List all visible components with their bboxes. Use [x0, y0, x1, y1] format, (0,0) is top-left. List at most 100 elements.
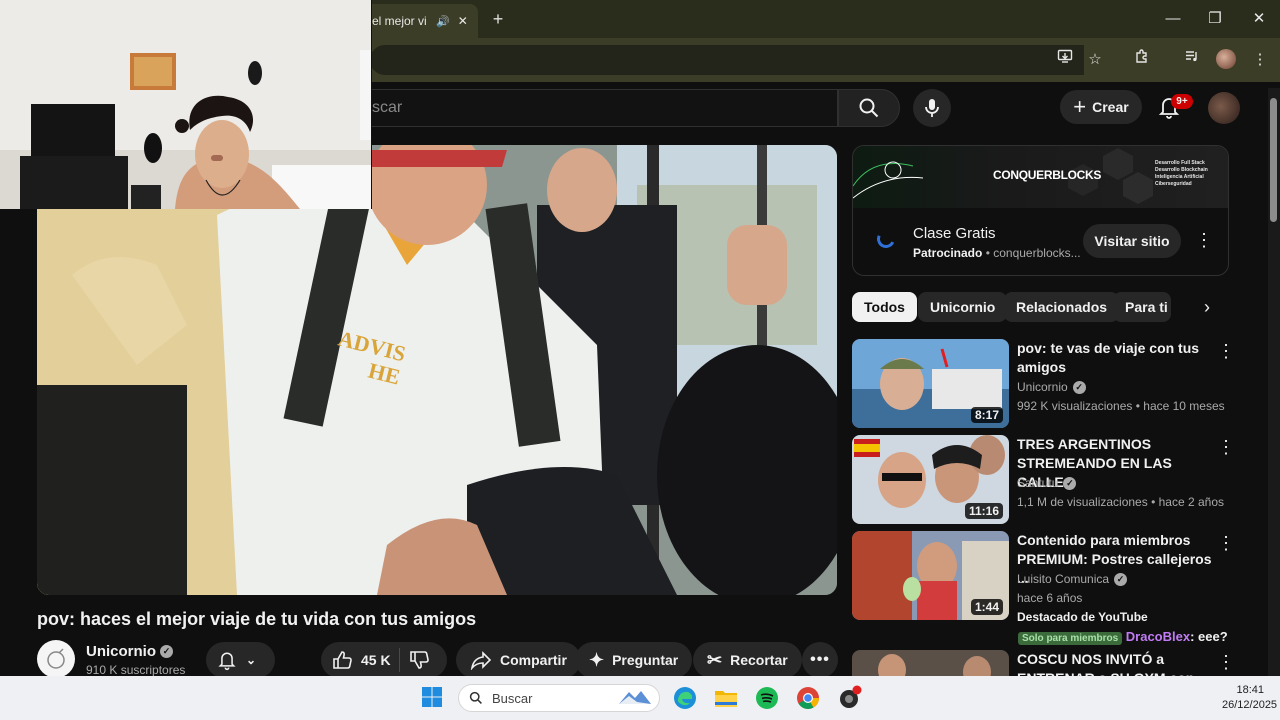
recommendation-channel[interactable]: Luisito Comunica ✓ [1017, 572, 1128, 586]
ad-title: Clase Gratis [913, 225, 996, 242]
spotify-icon[interactable] [754, 685, 780, 711]
recommendation-meta: 992 K visualizaciones • hace 10 meses [1017, 399, 1225, 413]
chat-message: : eee? [1190, 629, 1228, 644]
ad-sponsored-line: Patrocinado • conquerblocks... [913, 246, 1081, 260]
recommendation-meta: hace 6 años [1017, 591, 1083, 605]
more-vertical-icon[interactable]: ⋮ [1217, 437, 1235, 458]
chat-user: DracoBlex [1125, 629, 1191, 644]
verified-icon: ✓ [160, 645, 173, 658]
microphone-icon [925, 99, 939, 117]
ad-banner[interactable]: CONQUERBLOCKS Desarrollo Full Stack Desa… [853, 146, 1228, 208]
video-thumbnail[interactable]: 1:44 [852, 531, 1009, 620]
like-count: 45 K [361, 652, 391, 668]
clock-date: 26/12/2025 [1222, 699, 1278, 711]
media-icon[interactable] [1180, 48, 1204, 72]
app-icon[interactable] [837, 685, 863, 711]
create-button[interactable]: + Crear [1060, 90, 1142, 124]
thumbs-down-icon[interactable] [408, 649, 430, 671]
recommendation-item[interactable]: 1:44 Contenido para miembros PREMIUM: Po… [852, 531, 1235, 624]
more-vertical-icon[interactable]: ⋮ [1217, 341, 1235, 362]
chat-overlay: Solo para miembros DracoBlex: eee? [1018, 629, 1228, 645]
new-tab-button[interactable]: + [487, 8, 509, 30]
recommendation-title[interactable]: COSCU NOS INVITÓ a ENTRENAR a SU GYM con… [1017, 650, 1212, 676]
sparkle-icon: ✦ [589, 649, 605, 670]
chevron-right-icon[interactable]: › [1196, 296, 1218, 318]
visit-site-button[interactable]: Visitar sitio [1083, 224, 1181, 258]
close-tab-icon[interactable]: ✕ [458, 14, 468, 28]
account-avatar[interactable] [1208, 92, 1240, 124]
create-label: Crear [1092, 99, 1129, 115]
notification-badge: 9+ [1171, 94, 1193, 109]
recommendation-item[interactable]: COSCU NOS INVITÓ a ENTRENAR a SU GYM con… [852, 650, 1232, 676]
search-button[interactable] [838, 89, 900, 127]
minimize-button[interactable]: — [1159, 6, 1187, 32]
like-dislike-group: 45 K [321, 642, 447, 678]
browser-tab[interactable]: el mejor vi 🔊 ✕ [362, 4, 478, 38]
maximize-button[interactable]: ❐ [1201, 6, 1229, 32]
recommendation-channel[interactable]: Santutu ✓ [1017, 476, 1077, 490]
video-duration: 1:44 [970, 599, 1003, 615]
verified-icon: ✓ [1072, 380, 1086, 394]
chip-todos[interactable]: Todos [852, 292, 917, 322]
like-button[interactable]: 45 K [331, 649, 391, 671]
voice-search-button[interactable] [913, 89, 951, 127]
ask-button[interactable]: ✦ Preguntar [575, 642, 693, 678]
ad-more-icon[interactable]: ⋮ [1195, 230, 1213, 251]
recommendation-item[interactable]: 11:16 TRES ARGENTINOS STREMEANDO EN LAS … [852, 435, 1235, 525]
channel-name-label: Unicornio [86, 643, 156, 660]
system-clock[interactable]: 18:41 26/12/2025 [1222, 683, 1278, 713]
chip-unicornio[interactable]: Unicornio [918, 292, 1008, 322]
extensions-icon[interactable] [1130, 48, 1154, 72]
video-player[interactable]: ADVIS HE [37, 145, 837, 595]
more-icon[interactable]: ⋮ [1248, 48, 1272, 72]
install-icon[interactable] [1053, 48, 1077, 72]
webcam-overlay [0, 0, 372, 209]
tab-title: el mejor vi [372, 14, 427, 28]
like-divider [398, 648, 400, 672]
file-explorer-icon[interactable] [713, 685, 739, 711]
video-thumbnail[interactable]: 11:16 [852, 435, 1009, 524]
sponsored-ad[interactable]: CONQUERBLOCKS Desarrollo Full Stack Desa… [852, 145, 1229, 276]
chip-relacionados[interactable]: Relacionados [1004, 292, 1120, 322]
search-icon [859, 98, 879, 118]
unicorn-logo-icon [47, 648, 65, 669]
edge-icon[interactable] [672, 685, 698, 711]
star-icon[interactable]: ☆ [1083, 48, 1107, 72]
video-duration: 8:17 [970, 407, 1003, 423]
share-label: Compartir [500, 652, 567, 668]
video-title: pov: haces el mejor viaje de tu vida con… [37, 609, 477, 629]
scrollbar-thumb[interactable] [1270, 98, 1277, 222]
member-badge: Solo para miembros [1018, 632, 1123, 645]
thumbs-up-icon [333, 651, 352, 669]
chevron-down-icon: ⌄ [246, 653, 257, 667]
more-vertical-icon[interactable]: ⋮ [1217, 533, 1235, 554]
share-button[interactable]: Compartir [456, 642, 581, 678]
video-thumbnail[interactable]: 8:17 [852, 339, 1009, 428]
profile-icon[interactable] [1216, 49, 1236, 69]
channel-avatar[interactable] [37, 640, 75, 678]
more-horizontal-icon: ••• [810, 651, 830, 668]
recommendation-item[interactable]: 8:17 pov: te vas de viaje con tus amigos… [852, 339, 1235, 429]
close-window-button[interactable]: ✕ [1245, 6, 1273, 32]
windows-start-icon[interactable] [421, 686, 443, 708]
more-actions-button[interactable]: ••• [802, 642, 838, 678]
search-input[interactable]: scar [372, 89, 838, 127]
verified-icon: ✓ [1063, 476, 1077, 490]
taskbar-search[interactable]: Buscar [458, 684, 660, 712]
scissors-icon: ✂ [707, 649, 723, 670]
address-bar[interactable] [370, 45, 1084, 75]
channel-name[interactable]: Unicornio ✓ [86, 643, 173, 660]
ad-brand-logo: CONQUERBLOCKS [993, 168, 1102, 182]
video-thumbnail[interactable] [852, 650, 1009, 676]
recommendation-channel[interactable]: Unicornio ✓ [1017, 380, 1086, 394]
chip-para-ti[interactable]: Para ti [1113, 292, 1171, 322]
share-icon [470, 651, 492, 670]
speaker-icon[interactable]: 🔊 [436, 15, 450, 28]
clock-time: 18:41 [1236, 684, 1264, 696]
subscription-bell-button[interactable]: ⌄ [206, 642, 275, 678]
chrome-icon[interactable] [795, 685, 821, 711]
ad-logo-icon [874, 227, 898, 251]
recommendation-title[interactable]: pov: te vas de viaje con tus amigos [1017, 339, 1212, 377]
clip-button[interactable]: ✂ Recortar [693, 642, 802, 678]
more-vertical-icon[interactable]: ⋮ [1217, 652, 1232, 673]
